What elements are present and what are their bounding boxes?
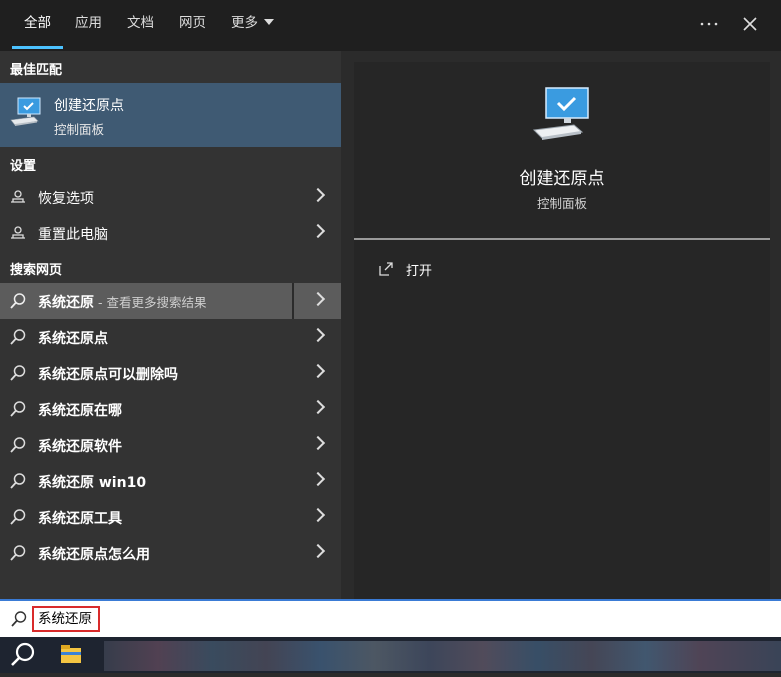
chevron-right-icon[interactable] xyxy=(310,543,326,559)
best-match-subtitle: 控制面板 xyxy=(54,122,105,137)
web-result[interactable]: 系统还原点怎么用 xyxy=(0,535,341,571)
search-icon xyxy=(9,292,27,310)
search-icon xyxy=(9,544,27,562)
settings-item-recovery[interactable]: 恢复选项 xyxy=(0,179,341,215)
web-result[interactable]: 系统还原软件 xyxy=(0,427,341,463)
web-result[interactable]: 系统还原点 xyxy=(0,319,341,355)
tab-all[interactable]: 全部 xyxy=(12,0,63,51)
computer-check-icon xyxy=(530,86,594,150)
chevron-right-icon[interactable] xyxy=(310,435,326,451)
recovery-icon xyxy=(9,224,27,242)
computer-check-icon xyxy=(8,95,44,135)
search-icon xyxy=(10,610,28,628)
tab-more[interactable]: 更多 xyxy=(231,0,274,51)
recovery-icon xyxy=(9,188,27,206)
chevron-right-icon[interactable] xyxy=(310,363,326,379)
web-result[interactable]: 系统还原 win10 xyxy=(0,463,341,499)
web-result-label: 系统还原在哪 xyxy=(38,403,122,419)
chevron-right-icon[interactable] xyxy=(310,187,326,203)
search-bar: 系统还原 xyxy=(0,599,781,637)
web-result-label: 系统还原 - 查看更多搜索结果 xyxy=(38,295,207,311)
taskbar xyxy=(0,637,781,673)
web-result-label: 系统还原点可以删除吗 xyxy=(38,367,178,383)
preview-divider xyxy=(354,238,770,240)
web-result-label: 系统还原工具 xyxy=(38,511,122,527)
web-result[interactable]: 系统还原点可以删除吗 xyxy=(0,355,341,391)
search-icon xyxy=(9,436,27,454)
best-match-title: 创建还原点 xyxy=(54,98,124,114)
section-best-match: 最佳匹配 xyxy=(10,63,63,78)
chevron-right-icon[interactable] xyxy=(310,291,326,307)
chevron-right-icon[interactable] xyxy=(310,507,326,523)
search-icon xyxy=(9,328,27,346)
chevron-right-icon[interactable] xyxy=(310,327,326,343)
open-label: 打开 xyxy=(406,264,433,279)
file-explorer-icon[interactable] xyxy=(48,637,94,673)
web-result-label: 系统还原软件 xyxy=(38,439,122,455)
chevron-right-icon[interactable] xyxy=(310,471,326,487)
close-icon[interactable] xyxy=(738,12,762,36)
web-result-label: 系统还原点怎么用 xyxy=(38,547,150,563)
results-pane: 最佳匹配 创建还原点 控制面板 设置 恢复选项 重置此电脑 搜索网页 系统还原 … xyxy=(0,51,341,599)
divider xyxy=(292,283,294,319)
web-result[interactable]: 系统还原工具 xyxy=(0,499,341,535)
tab-web[interactable]: 网页 xyxy=(179,0,206,51)
open-external-icon xyxy=(378,261,394,281)
settings-item-label: 恢复选项 xyxy=(38,191,94,207)
taskbar-pinned-apps-blurred xyxy=(104,641,781,671)
tab-documents[interactable]: 文档 xyxy=(127,0,154,51)
tab-apps[interactable]: 应用 xyxy=(75,0,102,51)
search-icon xyxy=(9,400,27,418)
best-match-item[interactable]: 创建还原点 控制面板 xyxy=(0,83,341,147)
settings-item-label: 重置此电脑 xyxy=(38,227,108,243)
preview-subtitle: 控制面板 xyxy=(536,196,587,211)
search-input[interactable]: 系统还原 xyxy=(32,606,100,632)
search-icon xyxy=(9,364,27,382)
section-settings: 设置 xyxy=(10,159,37,174)
chevron-right-icon[interactable] xyxy=(310,223,326,239)
web-result-label: 系统还原点 xyxy=(38,331,108,347)
preview-pane: 创建还原点 控制面板 打开 xyxy=(354,62,770,599)
taskbar-search-button[interactable] xyxy=(0,637,46,673)
settings-item-reset-pc[interactable]: 重置此电脑 xyxy=(0,215,341,251)
web-result-label: 系统还原 win10 xyxy=(38,475,147,491)
ellipsis-icon[interactable] xyxy=(697,12,721,36)
section-web-search: 搜索网页 xyxy=(10,263,63,278)
filter-tab-bar: 全部 应用 文档 网页 更多 xyxy=(0,0,781,51)
chevron-right-icon[interactable] xyxy=(310,399,326,415)
preview-title: 创建还原点 xyxy=(519,169,605,189)
search-icon xyxy=(9,472,27,490)
caret-down-icon xyxy=(264,19,274,25)
web-result-see-more[interactable]: 系统还原 - 查看更多搜索结果 xyxy=(0,283,341,319)
web-result[interactable]: 系统还原在哪 xyxy=(0,391,341,427)
search-icon xyxy=(9,508,27,526)
